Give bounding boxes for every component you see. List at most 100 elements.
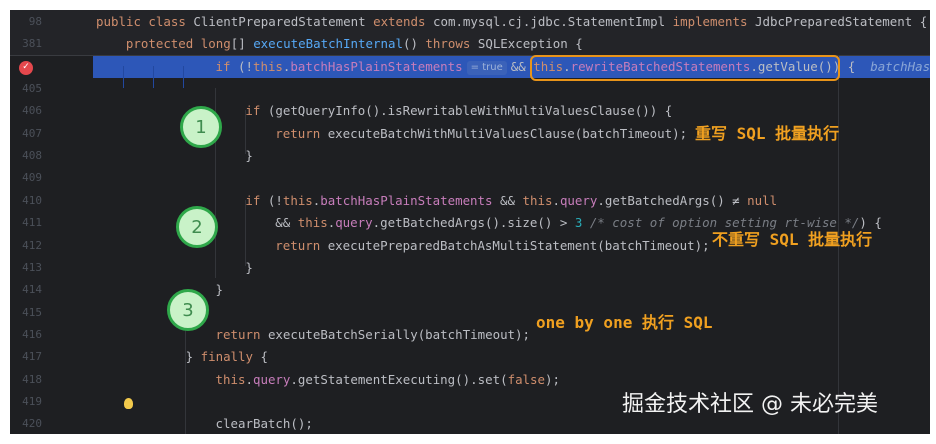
code-token: (! (237, 58, 253, 74)
code-token: protected long (125, 36, 231, 52)
code-text[interactable]: } (245, 145, 253, 167)
code-token: implements (672, 14, 755, 29)
note-no-rewrite: 不重写 SQL 批量执行 (712, 230, 873, 249)
line-number[interactable]: 418 (10, 369, 42, 391)
code-token: () (402, 36, 426, 52)
code-token: this (282, 192, 313, 208)
line-number[interactable]: 406 (10, 100, 42, 122)
code-token: query (252, 371, 291, 387)
code-token: null (747, 192, 778, 208)
code-token: .getStatementExecuting().set( (290, 371, 508, 387)
code-token: executeBatchInternal (253, 36, 403, 52)
code-token: } (245, 259, 253, 275)
code-text[interactable]: return executePreparedBatchAsMultiStatem… (275, 235, 709, 257)
code-token: query (559, 192, 598, 208)
code-token: this (297, 215, 328, 231)
code-token: this (215, 371, 246, 387)
code-text[interactable]: } (245, 257, 253, 279)
code-token: executeBatchWithMultiValuesClause(batchT… (327, 125, 688, 141)
code-token: this (252, 58, 283, 74)
line-number[interactable]: 409 (10, 167, 42, 189)
breakpoint-check-icon[interactable]: ✓ (19, 61, 33, 75)
code-token: return (275, 125, 328, 141)
code-token: batchHasPlainStatements (290, 58, 463, 74)
code-text[interactable]: public class ClientPreparedStatement ext… (96, 11, 927, 33)
code-token: (getQueryInfo().isRewritableWithMultiVal… (267, 103, 673, 119)
code-text[interactable]: clearBatch(); (216, 413, 313, 434)
code-token: } (245, 148, 253, 164)
code-text[interactable]: protected long[] executeBatchInternal() … (126, 33, 583, 55)
code-text[interactable]: return executeBatchSerially(batchTimeout… (216, 324, 531, 346)
code-token: && (275, 215, 298, 231)
code-token: . (245, 371, 253, 387)
code-token: .getBatchedArgs().size() > (372, 215, 575, 231)
line-number[interactable]: 412 (10, 235, 42, 257)
step-circle-1: 1 (180, 106, 222, 148)
code-token: && (492, 192, 523, 208)
code-token: query (335, 215, 373, 231)
code-token: SQLException { (477, 36, 583, 52)
line-number[interactable]: 405 (10, 78, 42, 100)
code-text[interactable]: } (216, 279, 224, 301)
code-token: ClientPreparedStatement (193, 14, 374, 29)
line-number[interactable]: 381 (10, 33, 42, 55)
code-token: return (215, 326, 268, 342)
code-token: clearBatch(); (215, 416, 313, 432)
line-number[interactable]: 413 (10, 257, 42, 279)
line-number[interactable]: 419 (10, 391, 42, 413)
line-number[interactable]: 420 (10, 413, 42, 434)
code-token: executeBatchSerially(batchTimeout); (267, 326, 531, 342)
code-token: } (215, 282, 224, 298)
line-number[interactable]: 408 (10, 145, 42, 167)
line-number[interactable]: 98 (10, 11, 42, 33)
highlight-box (530, 55, 840, 81)
code-token: if (215, 58, 238, 74)
indent-guide (123, 66, 124, 88)
code-token: batchHasPlainStatements (320, 192, 493, 208)
code-token: public class (96, 14, 194, 29)
code-text[interactable]: if (getQueryInfo().isRewritableWithMulti… (245, 100, 672, 122)
code-token: executePreparedBatchAsMultiStatement(bat… (327, 237, 710, 253)
code-token: throws (425, 36, 478, 52)
indent-guide (153, 66, 154, 88)
inline-value-hint: = true (466, 60, 507, 75)
code-token: batchHas (870, 58, 930, 74)
note-rewrite: 重写 SQL 批量执行 (695, 124, 840, 143)
lightbulb-icon[interactable] (124, 398, 133, 409)
code-token: false (507, 371, 546, 387)
code-token: ); (545, 371, 561, 387)
indent-guide (245, 110, 246, 154)
code-text[interactable]: if (!this.batchHasPlainStatements && thi… (245, 190, 777, 212)
line-number[interactable]: 410 (10, 190, 42, 212)
note-one-by-one: one by one 执行 SQL (536, 313, 713, 332)
watermark: 掘金技术社区 @ 未必完美 (622, 392, 878, 417)
line-number[interactable]: 411 (10, 212, 42, 234)
code-token: if (245, 192, 268, 208)
line-number[interactable]: 407 (10, 123, 42, 145)
code-text[interactable]: this.query.getStatementExecuting().set(f… (216, 369, 561, 391)
code-text[interactable]: return executeBatchWithMultiValuesClause… (275, 123, 687, 145)
code-token: com.mysql.cj.jdbc.StatementImpl (432, 14, 673, 29)
indent-guide (245, 200, 246, 266)
code-token: if (245, 103, 268, 119)
line-number[interactable]: 417 (10, 346, 42, 368)
step-circle-2: 2 (176, 206, 218, 248)
code-token: return (275, 237, 328, 253)
line-number[interactable]: 414 (10, 279, 42, 301)
code-editor[interactable]: 98 public class ClientPreparedStatement e… (10, 10, 930, 434)
indent-guide (183, 66, 184, 88)
code-text[interactable]: } finally { (186, 346, 268, 368)
line-number[interactable]: 415 (10, 302, 42, 324)
line-number[interactable]: 416 (10, 324, 42, 346)
code-token: [] (230, 36, 254, 52)
code-token: { (260, 349, 269, 365)
code-token: finally (200, 349, 261, 365)
code-token: this (522, 192, 553, 208)
code-token: JdbcPreparedStatement { (754, 14, 928, 29)
